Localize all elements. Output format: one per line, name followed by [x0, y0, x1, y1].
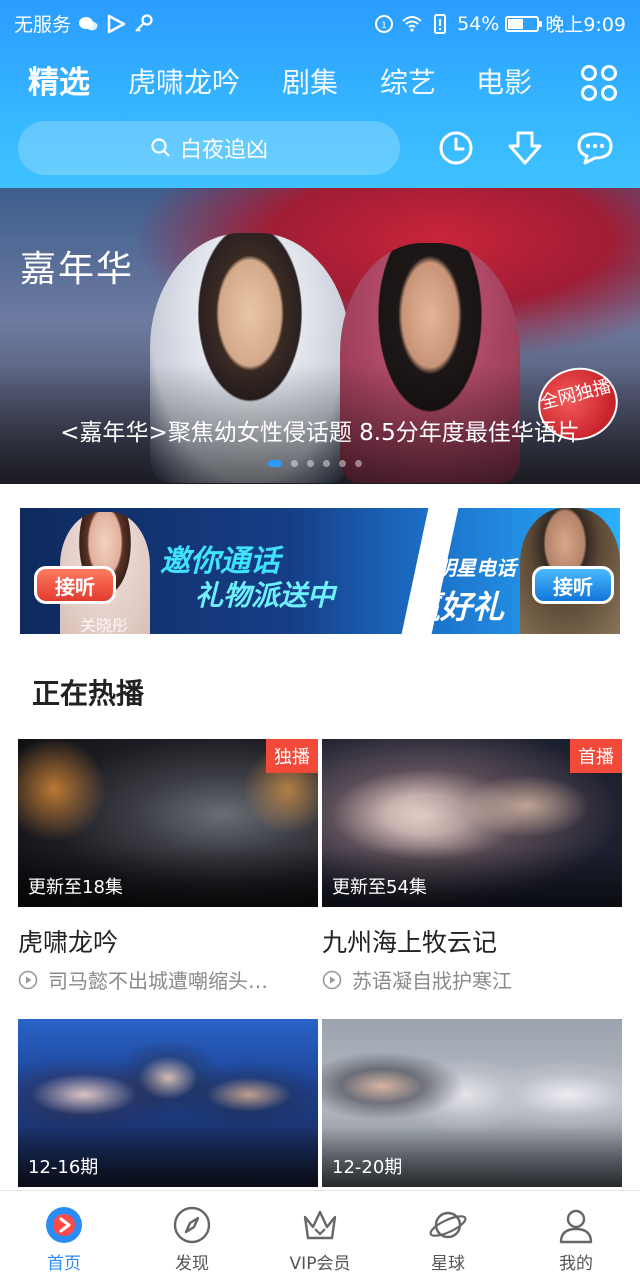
crown-icon	[303, 1210, 337, 1240]
key-icon	[135, 13, 153, 32]
carrier-label: 无服务	[14, 14, 72, 36]
tab-featured[interactable]: 精选	[28, 58, 90, 108]
nav-planet[interactable]: 星球	[384, 1191, 512, 1280]
battery-percent: 54%	[457, 12, 500, 35]
nav-label: 我的	[559, 1254, 593, 1274]
message-icon[interactable]	[573, 126, 617, 170]
promo-slogan-4: 赢好礼	[408, 588, 505, 626]
carousel-indicator[interactable]	[268, 460, 362, 467]
promo-banner[interactable]: 邀你通话 礼物派送中 接明星电话 赢好礼 接听 接听 关晓彤	[20, 508, 620, 634]
status-bar: 无服务 1 54% 晚上9:09	[0, 0, 640, 44]
carousel-dot[interactable]	[268, 460, 282, 467]
section-title: 正在热播	[32, 677, 145, 710]
history-icon[interactable]	[434, 126, 478, 170]
show-thumbnail[interactable]: 首播 更新至54集	[322, 739, 622, 907]
data-sync-icon: 1	[375, 14, 394, 33]
show-thumbnail[interactable]: 12-16期	[18, 1019, 318, 1187]
show-thumbnail[interactable]: 12-20期	[322, 1019, 622, 1187]
wechat-icon	[79, 16, 98, 30]
home-icon	[46, 1207, 82, 1243]
nav-vip[interactable]: VIP会员	[256, 1191, 384, 1280]
show-title[interactable]: 九州海上牧云记	[322, 923, 622, 959]
tab-variety[interactable]: 综艺	[380, 58, 436, 108]
all-channels-icon[interactable]	[580, 64, 618, 102]
nav-label: VIP会员	[289, 1254, 351, 1274]
show-card[interactable]: 独播 更新至18集 虎啸龙吟 司马懿不出城遭嘲缩头…	[18, 739, 318, 994]
episode-update: 更新至54集	[332, 877, 427, 898]
nav-label: 首页	[47, 1254, 81, 1274]
show-card[interactable]: 12-16期	[18, 1019, 318, 1187]
profile-icon	[559, 1209, 593, 1244]
show-card[interactable]: 12-20期	[322, 1019, 622, 1187]
nav-label: 星球	[431, 1254, 465, 1274]
nav-home[interactable]: 首页	[0, 1191, 128, 1280]
tab-series[interactable]: 剧集	[282, 58, 338, 108]
play-icon	[18, 970, 38, 989]
play-icon	[322, 970, 342, 989]
wifi-icon	[402, 15, 422, 32]
show-subtitle: 司马懿不出城遭嘲缩头…	[48, 969, 268, 993]
show-subtitle-row: 苏语凝自戕护寒江	[322, 965, 622, 994]
battery-icon	[505, 15, 543, 32]
compass-icon	[173, 1206, 211, 1244]
answer-call-button-left[interactable]: 接听	[34, 566, 116, 604]
tab-huxiao-longyin[interactable]: 虎啸龙吟	[128, 58, 240, 108]
carousel-dot[interactable]	[339, 460, 346, 467]
search-icon	[151, 138, 170, 157]
episode-update: 12-20期	[332, 1157, 403, 1178]
search-placeholder: 白夜追凶	[179, 138, 268, 163]
carousel-dot[interactable]	[355, 460, 362, 467]
banner-logo-text: 嘉年华	[20, 249, 135, 290]
promo-star-name: 关晓彤	[80, 616, 129, 634]
planet-icon	[429, 1211, 467, 1239]
nav-label: 发现	[175, 1254, 209, 1274]
show-subtitle: 苏语凝自戕护寒江	[352, 969, 512, 993]
show-title[interactable]: 虎啸龙吟	[18, 923, 318, 959]
carousel-dot[interactable]	[323, 460, 330, 467]
episode-update: 更新至18集	[28, 877, 123, 898]
carousel-dot[interactable]	[291, 460, 298, 467]
episode-update: 12-16期	[28, 1157, 99, 1178]
clock: 晚上9:09	[545, 14, 626, 36]
show-tag: 独播	[266, 739, 318, 773]
banner-caption: <嘉年华>聚焦幼女性侵话题 8.5分年度最佳华语片	[60, 420, 580, 446]
promo-slogan-2: 礼物派送中	[195, 579, 336, 612]
video-app-icon	[107, 14, 126, 33]
carousel-dot[interactable]	[307, 460, 314, 467]
promo-slogan-3: 接明星电话	[416, 556, 516, 580]
answer-call-button-right[interactable]: 接听	[532, 566, 614, 604]
nav-profile[interactable]: 我的	[512, 1191, 640, 1280]
hero-banner[interactable]: 嘉年华 全网独播 <嘉年华>聚焦幼女性侵话题 8.5分年度最佳华语片	[0, 188, 640, 484]
download-icon[interactable]	[503, 126, 547, 170]
show-subtitle-row: 司马懿不出城遭嘲缩头…	[18, 965, 318, 994]
bottom-navigation: 首页 发现 VIP会员 星球 我的	[0, 1190, 640, 1280]
svg-text:1: 1	[381, 21, 387, 31]
top-header: 无服务 1 54% 晚上9:09 精选 虎啸龙吟 剧集 综艺 电影 白夜追凶	[0, 0, 640, 188]
nav-discover[interactable]: 发现	[128, 1191, 256, 1280]
show-thumbnail[interactable]: 独播 更新至18集	[18, 739, 318, 907]
category-tabs: 精选 虎啸龙吟 剧集 综艺 电影	[0, 58, 640, 112]
search-input[interactable]: 白夜追凶	[18, 121, 400, 175]
alert-icon	[434, 13, 447, 34]
show-card[interactable]: 首播 更新至54集 九州海上牧云记 苏语凝自戕护寒江	[322, 739, 622, 994]
tab-movies[interactable]: 电影	[476, 58, 532, 108]
show-tag: 首播	[570, 739, 622, 773]
